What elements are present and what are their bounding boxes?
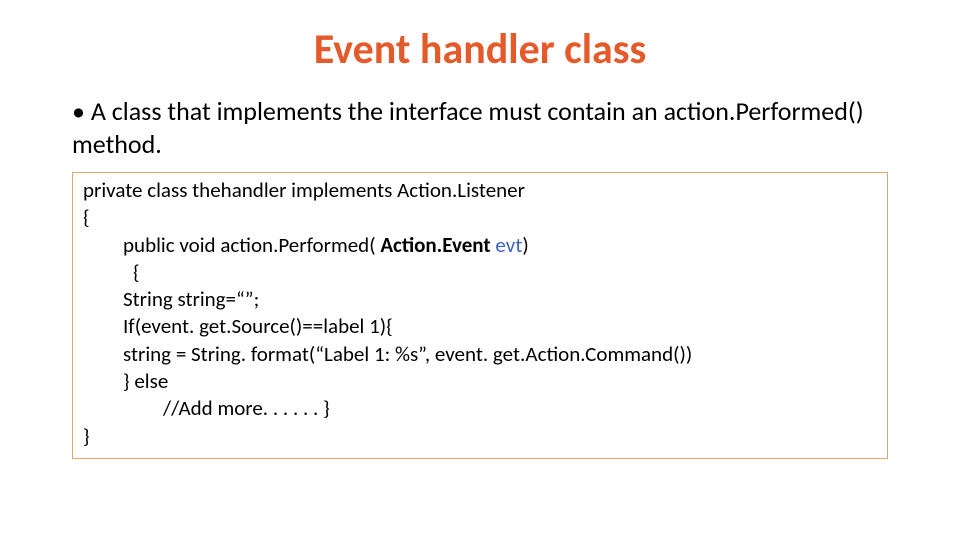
code-line: public void action.Performed( Action.Eve…	[83, 232, 877, 259]
code-var: evt	[495, 232, 522, 258]
code-type: Action.Event	[380, 232, 490, 258]
bullet-item: • A class that implements the interface …	[0, 95, 960, 160]
code-text: public void action.Performed(	[123, 232, 380, 258]
slide-title: Event handler class	[0, 0, 960, 95]
code-line: string = String. format(“Label 1: %s”, e…	[83, 341, 877, 368]
code-line: String string=“”;	[83, 286, 877, 313]
bullet-marker: •	[72, 95, 85, 127]
code-line: {	[83, 259, 877, 286]
code-line: }	[83, 423, 877, 450]
code-line: } else	[83, 368, 877, 395]
code-line: {	[83, 204, 877, 231]
code-line: private class thehandler implements Acti…	[83, 177, 877, 204]
code-block: private class thehandler implements Acti…	[72, 172, 888, 459]
code-text: )	[522, 232, 528, 258]
code-line: If(event. get.Source()==label 1){	[83, 313, 877, 340]
code-line: //Add more. . . . . . }	[83, 395, 877, 422]
bullet-text: A class that implements the interface mu…	[72, 95, 864, 160]
